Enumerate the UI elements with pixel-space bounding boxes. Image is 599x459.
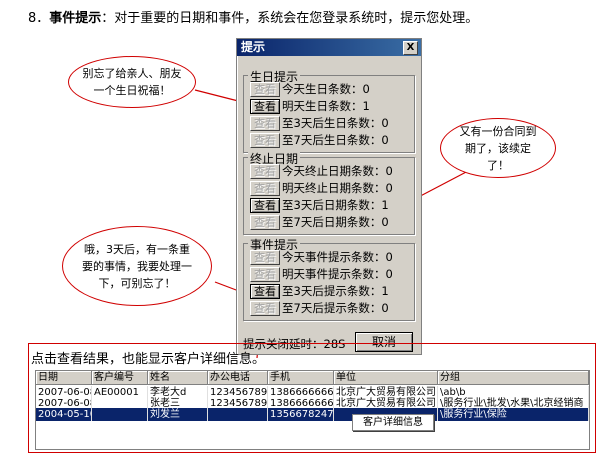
view-button[interactable]: 查看 [250, 198, 280, 213]
event-callout: 哦，3天后，有一条重要的事情，我要处理一下，可别忘了！ [62, 226, 212, 306]
reminder-count-label: 至7天后生日条数：0 [282, 133, 389, 147]
reminder-row: 查看 今天生日条数：0 [250, 82, 370, 97]
view-button[interactable]: 查看 [250, 99, 280, 114]
reminder-count-label: 至3天后日期条数：1 [282, 198, 389, 212]
view-button: 查看 [250, 164, 280, 179]
dialog-titlebar[interactable]: 提示 X [237, 39, 421, 56]
reminder-count-label: 至3天后生日条数：0 [282, 116, 389, 130]
reminder-row: 查看 今天终止日期条数：0 [250, 164, 393, 179]
reminder-count-label: 明天生日条数：1 [282, 99, 370, 113]
reminder-count-label: 至7天后提示条数：0 [282, 301, 389, 315]
table-cell: 刘发兰 [148, 408, 208, 421]
column-header[interactable]: 日期 [36, 371, 92, 385]
close-icon[interactable]: X [403, 41, 418, 55]
view-button: 查看 [250, 301, 280, 316]
column-header[interactable]: 单位 [334, 371, 438, 385]
view-button: 查看 [250, 250, 280, 265]
table-cell: 13566782474 [270, 408, 334, 421]
grid-header: 日期 客户编号 姓名 办公电话 手机 单位 分组 [36, 371, 589, 385]
view-button: 查看 [250, 215, 280, 230]
view-button: 查看 [250, 82, 280, 97]
reminder-count-label: 今天终止日期条数：0 [282, 164, 393, 178]
reminder-count-label: 今天事件提示条数：0 [282, 250, 393, 264]
reminder-row: 查看 至7天后生日条数：0 [250, 133, 389, 148]
table-row[interactable]: 2004-05-10 刘发兰 13566782474 \服务行业\保险 [36, 408, 589, 421]
reminder-row: 查看 明天生日条数：1 [250, 99, 370, 114]
reminder-count-label: 今天生日条数：0 [282, 82, 370, 96]
view-button: 查看 [250, 181, 280, 196]
reminder-count-label: 明天事件提示条数：0 [282, 267, 393, 281]
reminder-row: 查看 至3天后日期条数：1 [250, 198, 389, 213]
reminder-count-label: 明天终止日期条数：0 [282, 181, 393, 195]
column-header[interactable]: 客户编号 [92, 371, 148, 385]
group-1: 终止日期 查看 今天终止日期条数：0 查看 明天终止日期条数：0 查看 至3天后日期条数：1… [243, 150, 415, 235]
view-button: 查看 [250, 267, 280, 282]
table-cell [208, 408, 268, 421]
reminder-dialog: 提示 X 生日提示 查看 今天生日条数：0 查看 明天生日条数：1 查看 至3天后生日条数：… [236, 38, 422, 355]
detail-example-frame: 点击查看结果，也能显示客户详细信息。 日期 客户编号 姓名 办公电话 手机 单位 分组 20… [28, 343, 596, 453]
reminder-row: 查看 至3天后生日条数：0 [250, 116, 389, 131]
reminder-row: 查看 至7天后提示条数：0 [250, 301, 389, 316]
reminder-row: 查看 明天终止日期条数：0 [250, 181, 393, 196]
reminder-row: 查看 明天事件提示条数：0 [250, 267, 393, 282]
context-menu-customer-detail[interactable]: 客户详细信息 [352, 414, 434, 431]
reminder-row: 查看 至3天后提示条数：1 [250, 284, 389, 299]
view-button: 查看 [250, 133, 280, 148]
table-cell: 2004-05-10 [38, 408, 92, 421]
view-button[interactable]: 查看 [250, 284, 280, 299]
reminder-row: 查看 今天事件提示条数：0 [250, 250, 393, 265]
table-cell: \服务行业\保险 [438, 408, 589, 421]
column-header[interactable]: 手机 [268, 371, 334, 385]
column-header[interactable]: 姓名 [148, 371, 208, 385]
reminder-row: 查看 至7天后日期条数：0 [250, 215, 389, 230]
view-button: 查看 [250, 116, 280, 131]
column-header[interactable]: 办公电话 [208, 371, 268, 385]
reminder-count-label: 至3天后提示条数：1 [282, 284, 389, 298]
customer-grid: 日期 客户编号 姓名 办公电话 手机 单位 分组 2007-06-08 AE00001 李老大d… [35, 370, 590, 450]
dialog-title: 提示 [241, 40, 266, 54]
column-header[interactable]: 分组 [438, 371, 589, 385]
table-cell [92, 408, 148, 421]
birthday-callout: 别忘了给亲人、朋友一个生日祝福！ [68, 56, 196, 108]
group-2: 事件提示 查看 今天事件提示条数：0 查看 明天事件提示条数：0 查看 至3天后提示条数：1… [243, 236, 415, 321]
detail-note: 点击查看结果，也能显示客户详细信息。 [31, 352, 266, 367]
reminder-count-label: 至7天后日期条数：0 [282, 215, 389, 229]
group-0: 生日提示 查看 今天生日条数：0 查看 明天生日条数：1 查看 至3天后生日条数：0 查看 至7… [243, 68, 415, 153]
contract-callout: 又有一份合同到期了，该续定了！ [440, 118, 556, 178]
